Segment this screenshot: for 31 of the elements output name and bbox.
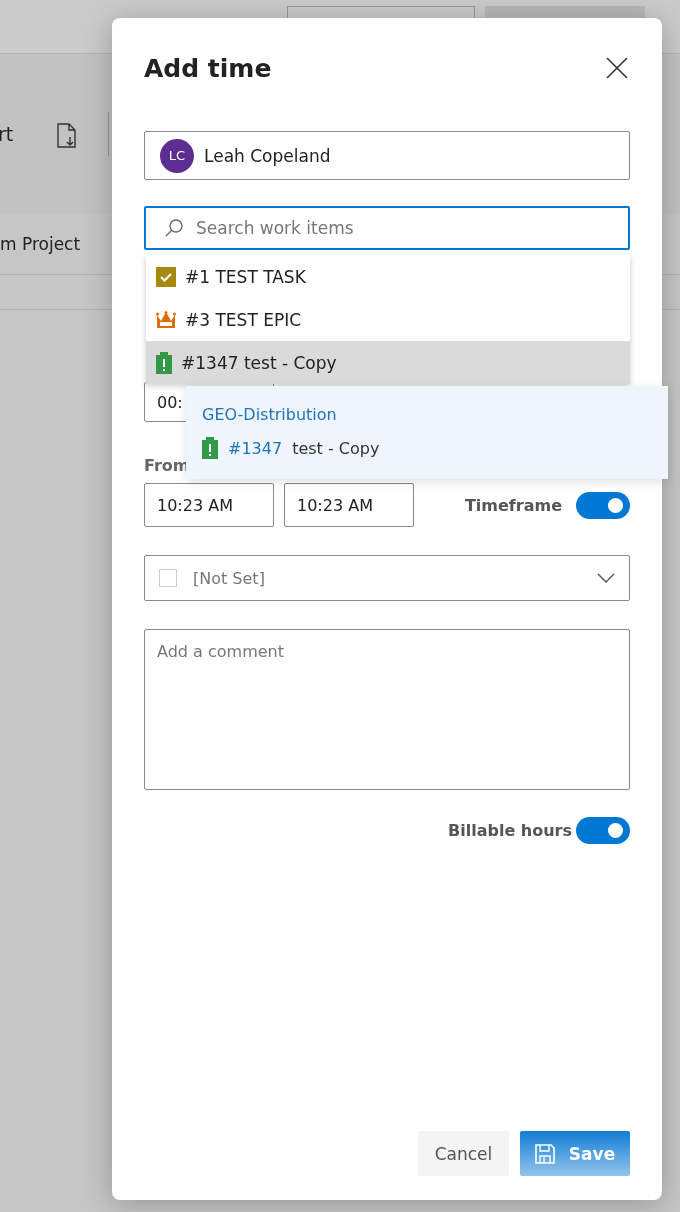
toggle-label: Billable hours (448, 821, 572, 840)
clipboard-alert-icon (202, 437, 218, 459)
cancel-button[interactable]: Cancel (418, 1131, 509, 1176)
comment-field[interactable]: Add a comment (144, 629, 630, 790)
person-field[interactable]: LC Leah Copeland (144, 131, 630, 180)
crown-icon (156, 310, 176, 329)
checkbox-icon (156, 266, 176, 287)
chevron-down-icon (597, 573, 615, 583)
avatar: LC (160, 138, 194, 173)
save-icon (534, 1143, 555, 1164)
activity-dropdown[interactable]: [Not Set] (144, 555, 630, 601)
clipboard-alert-icon (156, 351, 172, 374)
result-item[interactable]: #3 TEST EPIC (146, 298, 630, 341)
end-time-field[interactable]: 10:23 AM (284, 483, 414, 527)
toggle-label: Timeframe (464, 495, 562, 515)
project-name: GEO-Distribution (202, 405, 338, 424)
billable-toggle[interactable] (576, 817, 630, 844)
start-time-field[interactable]: 10:23 AM (144, 483, 274, 527)
timeframe-toggle[interactable] (576, 491, 630, 519)
checkbox[interactable] (159, 569, 177, 587)
result-item[interactable]: #1 TEST TASK (146, 255, 630, 298)
search-field[interactable]: Search work items (144, 206, 630, 250)
toolbar-label: rt (0, 123, 15, 145)
close-icon[interactable] (606, 57, 628, 79)
work-item-title: test - Copy (292, 438, 380, 458)
tab-label[interactable]: m Project (0, 234, 108, 254)
document-download-icon[interactable] (56, 123, 78, 149)
work-item-link[interactable]: #1347 (228, 438, 283, 458)
search-icon (164, 218, 184, 238)
result-item[interactable]: #1347 test - Copy (146, 341, 630, 384)
dialog-title: Add time (144, 53, 272, 83)
